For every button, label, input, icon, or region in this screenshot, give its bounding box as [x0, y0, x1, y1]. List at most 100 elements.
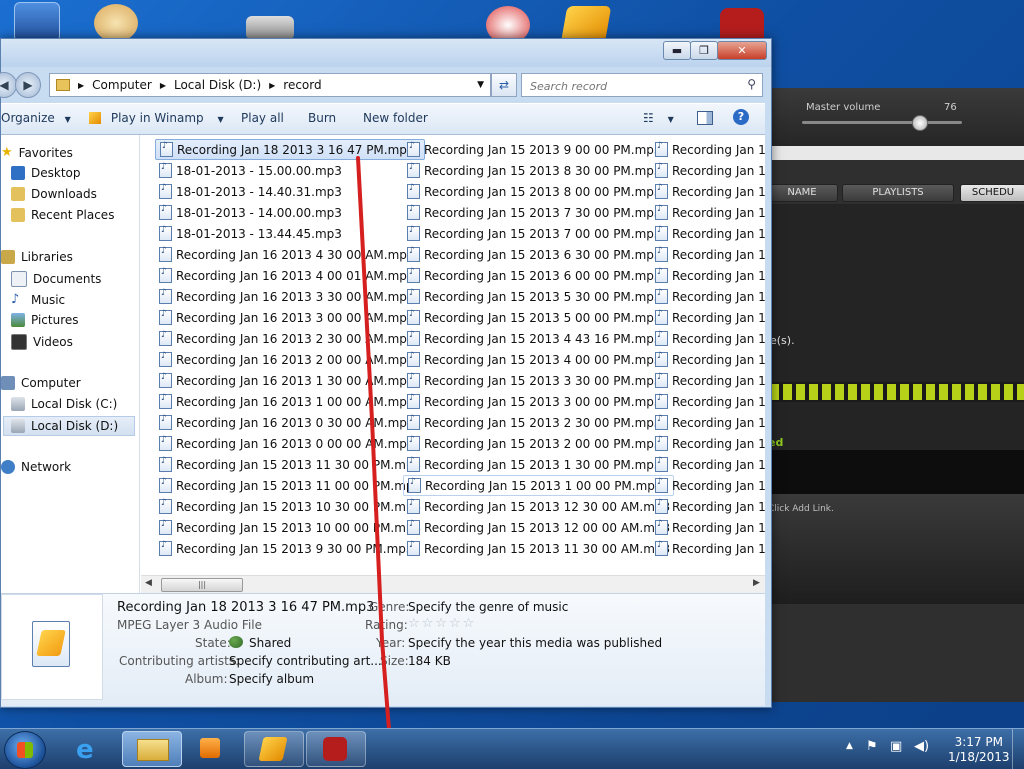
file-item[interactable]: Recording Jan 15	[651, 160, 765, 181]
file-item[interactable]: Recording Jan 15 2013 11 00 00 PM.mp3	[155, 475, 425, 496]
file-item[interactable]: Recording Jan 15 2013 8 30 00 PM.mp3	[403, 160, 674, 181]
file-item[interactable]: Recording Jan 15	[651, 265, 765, 286]
play-in-winamp-button[interactable]: Play in Winamp ▼	[89, 111, 224, 125]
breadcrumb-local-disk-d[interactable]: Local Disk (D:)	[174, 78, 261, 92]
file-item[interactable]: Recording Jan 15 2013 4 00 00 PM.mp3	[403, 349, 674, 370]
taskbar-media-player-button[interactable]	[182, 731, 240, 765]
file-item[interactable]: Recording Jan 16 2013 4 00 01 AM.mp3	[155, 265, 425, 286]
file-item[interactable]: 18-01-2013 - 15.00.00.mp3	[155, 160, 425, 181]
nav-favorites[interactable]: ★ Favorites	[1, 145, 73, 160]
desktop-paint-icon[interactable]	[94, 4, 138, 42]
file-item[interactable]: Recording Jan 15	[651, 412, 765, 433]
action-center-flag-icon[interactable]: ⚑	[866, 739, 878, 754]
file-item[interactable]: Recording Jan 16 2013 4 30 00 AM.mp3	[155, 244, 425, 265]
file-item[interactable]: 18-01-2013 - 14.00.00.mp3	[155, 202, 425, 223]
genre-value[interactable]: Specify the genre of music	[408, 600, 568, 614]
file-item[interactable]: Recording Jan 15	[651, 307, 765, 328]
title-bar[interactable]: ▬ ❐ ✕	[1, 39, 771, 67]
minimize-button[interactable]: ▬	[663, 41, 691, 60]
file-item[interactable]: Recording Jan 15	[651, 517, 765, 538]
nav-computer[interactable]: Computer	[1, 376, 81, 390]
file-item[interactable]: Recording Jan 16 2013 3 00 00 AM.mp3	[155, 307, 425, 328]
file-item[interactable]: Recording Jan 15 2013 2 30 00 PM.mp3	[403, 412, 674, 433]
nav-libraries[interactable]: Libraries	[1, 250, 73, 264]
file-item[interactable]: Recording Jan 15	[651, 496, 765, 517]
file-item[interactable]: Recording Jan 15	[651, 244, 765, 265]
network-tray-icon[interactable]: ▣	[890, 739, 902, 754]
nav-documents[interactable]: Documents	[11, 271, 101, 287]
help-button[interactable]: ?	[733, 109, 749, 125]
show-desktop-button[interactable]	[1012, 729, 1024, 769]
file-item[interactable]: Recording Jan 15 2013 10 30 00 PM.mp3	[155, 496, 425, 517]
taskbar-mp3-app-button[interactable]	[306, 731, 366, 767]
file-item[interactable]: Recording Jan 15 2013 1 00 00 PM.mp3	[403, 475, 675, 496]
file-item[interactable]: Recording Jan 15 2013 9 30 00 PM.mp3	[155, 538, 425, 559]
tab-name[interactable]: NAME	[766, 184, 838, 202]
breadcrumb-record[interactable]: record	[283, 78, 321, 92]
file-item[interactable]: Recording Jan 15	[651, 475, 765, 496]
scroll-right-icon[interactable]: ▶	[753, 578, 760, 588]
file-item[interactable]: Recording Jan 15	[651, 349, 765, 370]
file-item[interactable]: Recording Jan 15 2013 10 00 00 PM.mp3	[155, 517, 425, 538]
file-item[interactable]: Recording Jan 15 2013 3 30 00 PM.mp3	[403, 370, 674, 391]
maximize-button[interactable]: ❐	[690, 41, 718, 60]
file-item[interactable]: Recording Jan 15 2013 6 30 00 PM.mp3	[403, 244, 674, 265]
file-item[interactable]: Recording Jan 18 2013 3 16 47 PM.mp3	[155, 139, 426, 160]
file-item[interactable]: Recording Jan 15	[651, 181, 765, 202]
file-item[interactable]: Recording Jan 15 2013 11 30 00 PM.mp3	[155, 454, 425, 475]
burn-button[interactable]: Burn	[308, 111, 336, 125]
file-item[interactable]: Recording Jan 15 2013 7 30 00 PM.mp3	[403, 202, 674, 223]
file-item[interactable]: Recording Jan 15	[651, 454, 765, 475]
volume-tray-icon[interactable]: ◀)	[914, 739, 929, 754]
organize-button[interactable]: Organize ▼	[1, 111, 71, 125]
rating-stars[interactable]: ☆☆☆☆☆	[408, 616, 476, 631]
close-button[interactable]: ✕	[717, 41, 767, 60]
file-item[interactable]: Recording Jan 15 2013 5 00 00 PM.mp3	[403, 307, 674, 328]
view-options-button[interactable]: ☷ ▼	[643, 111, 674, 125]
file-item[interactable]: Recording Jan 16 2013 0 00 00 AM.mp3	[155, 433, 425, 454]
file-item[interactable]: Recording Jan 15 2013 9 00 00 PM.mp3	[403, 139, 674, 160]
taskbar-ie-button[interactable]: e	[62, 731, 120, 765]
file-item[interactable]: Recording Jan 15 2013 11 30 00 AM.mp3	[403, 538, 674, 559]
file-item[interactable]: Recording Jan 15	[651, 286, 765, 307]
file-item[interactable]: Recording Jan 15 2013 4 43 16 PM.mp3	[403, 328, 674, 349]
artists-value[interactable]: Specify contributing art...	[229, 654, 382, 668]
search-input[interactable]	[528, 76, 732, 96]
album-value[interactable]: Specify album	[229, 672, 314, 686]
preview-pane-button[interactable]	[697, 111, 713, 128]
file-item[interactable]: Recording Jan 16 2013 1 00 00 AM.mp3	[155, 391, 425, 412]
desktop-computer-icon[interactable]	[14, 2, 60, 42]
nav-pictures[interactable]: Pictures	[11, 313, 79, 327]
breadcrumb-separator-icon[interactable]: ▶	[160, 81, 166, 90]
file-item[interactable]: Recording Jan 15	[651, 328, 765, 349]
master-volume-slider[interactable]	[802, 121, 962, 124]
nav-videos[interactable]: Videos	[11, 334, 73, 350]
file-item[interactable]: Recording Jan 15	[651, 433, 765, 454]
nav-downloads[interactable]: Downloads	[11, 187, 97, 201]
address-bar[interactable]: ▶ Computer ▶ Local Disk (D:) ▶ record ▼	[49, 73, 491, 97]
nav-desktop[interactable]: Desktop	[11, 166, 81, 180]
file-item[interactable]: Recording Jan 15 2013 12 30 00 AM.mp3	[403, 496, 674, 517]
nav-local-disk-c[interactable]: Local Disk (C:)	[11, 397, 117, 411]
file-item[interactable]: Recording Jan 15 2013 8 00 00 PM.mp3	[403, 181, 674, 202]
nav-network[interactable]: Network	[1, 460, 71, 474]
breadcrumb-separator-icon[interactable]: ▶	[269, 81, 275, 90]
file-item[interactable]: 18-01-2013 - 13.44.45.mp3	[155, 223, 425, 244]
forward-button[interactable]: ▶	[15, 72, 41, 98]
scrollbar-thumb[interactable]: |||	[161, 578, 243, 592]
desktop-app-icon[interactable]	[246, 16, 294, 40]
file-item[interactable]: Recording Jan 15 2013 3 00 00 PM.mp3	[403, 391, 674, 412]
search-icon[interactable]: ⚲	[747, 77, 756, 91]
file-item[interactable]: Recording Jan 16 2013 2 30 00 AM.mp3	[155, 328, 425, 349]
play-all-button[interactable]: Play all	[241, 111, 284, 125]
year-value[interactable]: Specify the year this media was publishe…	[408, 636, 662, 650]
file-item[interactable]: 18-01-2013 - 14.40.31.mp3	[155, 181, 425, 202]
tab-schedule[interactable]: SCHEDU	[960, 184, 1024, 202]
tab-playlists[interactable]: PLAYLISTS	[842, 184, 954, 202]
file-item[interactable]: Recording Jan 15 2013 6 00 00 PM.mp3	[403, 265, 674, 286]
show-hidden-icons-icon[interactable]: ▲	[846, 741, 853, 751]
file-item[interactable]: Recording Jan 15	[651, 370, 765, 391]
file-item[interactable]: Recording Jan 15 2013 7 00 00 PM.mp3	[403, 223, 674, 244]
file-item[interactable]: Recording Jan 15 2013 5 30 00 PM.mp3	[403, 286, 674, 307]
horizontal-scrollbar[interactable]: ◀ ||| ▶	[141, 575, 765, 594]
